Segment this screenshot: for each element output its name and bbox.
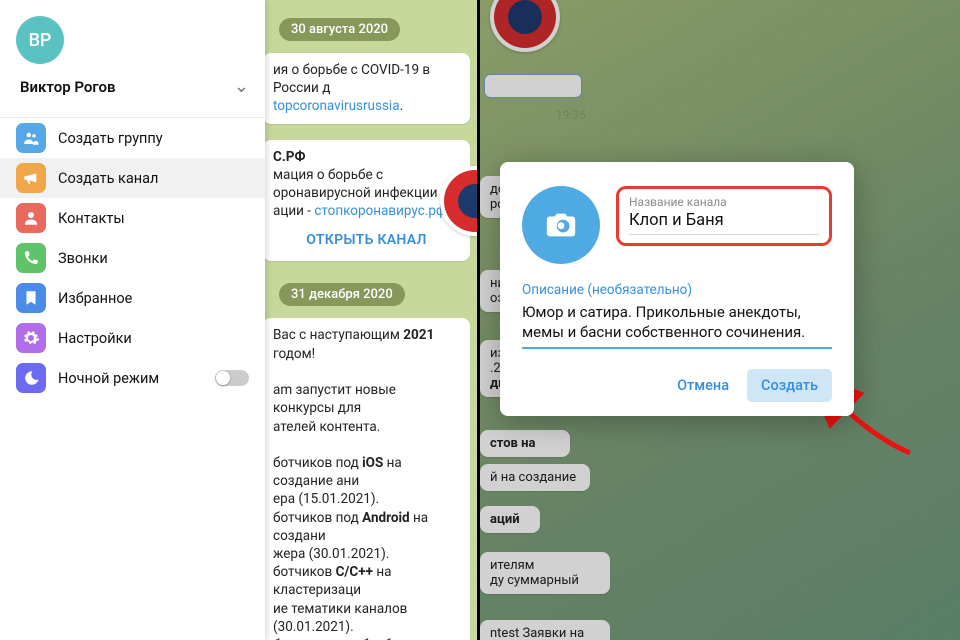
msg-text: ия о борьбе с COVID-19 в России д <box>273 62 430 96</box>
sidebar-item-night-mode[interactable]: Ночной режим <box>0 358 265 398</box>
sidebar-item-label: Звонки <box>58 250 108 267</box>
link[interactable]: topcoronavirusrussia <box>273 98 400 114</box>
group-icon <box>16 123 46 153</box>
sidebar-item-settings[interactable]: Настройки <box>0 318 265 358</box>
date-chip: 30 августа 2020 <box>279 18 400 41</box>
msg-text: ера (15.01.2021). <box>273 491 379 507</box>
msg-text: годом! <box>273 346 315 362</box>
message-bubble: Вас с наступающим 2021 годом! am запусти… <box>263 318 470 640</box>
sidebar-item-label: Создать канал <box>58 170 158 187</box>
bold: Android <box>362 510 410 526</box>
user-avatar[interactable]: BP <box>16 16 64 64</box>
channel-avatar <box>440 166 480 236</box>
link[interactable]: стопкоронавирус.рф <box>314 203 445 219</box>
sidebar-item-label: Избранное <box>58 290 132 307</box>
sidebar-item-calls[interactable]: Звонки <box>0 238 265 278</box>
sidebar-item-label: Контакты <box>58 210 125 227</box>
phone-icon <box>16 243 46 273</box>
msg-text: ботчиков <box>273 564 336 580</box>
msg-text: am запустит новые конкурсы для <box>273 382 396 416</box>
person-icon <box>16 203 46 233</box>
msg-text: оронавирусной инфекции <box>273 185 438 201</box>
account-switcher[interactable]: Виктор Рогов ⌄ <box>0 76 265 111</box>
bold: C/C++ <box>336 564 373 580</box>
night-mode-toggle[interactable] <box>215 370 249 386</box>
msg-text: ботчиков под <box>273 510 362 526</box>
msg-text: ателей контента. <box>273 419 380 435</box>
bold: iOS <box>362 455 383 471</box>
open-channel-button[interactable]: ОТКРЫТЬ КАНАЛ <box>273 221 460 254</box>
sidebar-item-create-group[interactable]: Создать группу <box>0 118 265 158</box>
sidebar-item-label: Создать группу <box>58 130 163 147</box>
create-channel-modal: Название канала Описание (необязательно)… <box>500 162 854 416</box>
user-name: Виктор Рогов <box>20 78 116 96</box>
msg-text: ие тематики каналов (30.01.2021). <box>273 601 407 635</box>
year: 2021 <box>403 327 434 343</box>
channel-desc-input[interactable] <box>522 302 832 349</box>
gear-icon <box>16 323 46 353</box>
sidebar-item-label: Ночной режим <box>58 370 159 387</box>
chevron-down-icon: ⌄ <box>234 76 249 97</box>
channel-desc-label: Описание (необязательно) <box>522 282 832 298</box>
message-bubble: С.РФ мация о борьбе с оронавирусной инфе… <box>263 140 470 262</box>
msg-text: Вас с наступающим <box>273 327 403 343</box>
channel-name-label: Название канала <box>629 195 819 209</box>
msg-title: С.РФ <box>273 149 305 165</box>
sidebar-item-contacts[interactable]: Контакты <box>0 198 265 238</box>
camera-icon <box>544 208 578 242</box>
msg-text: ации - <box>273 203 314 219</box>
msg-text: ботчиков под <box>273 455 362 471</box>
channel-name-input[interactable] <box>629 211 819 235</box>
sidebar-drawer: BP Виктор Рогов ⌄ Создать группу Создать… <box>0 0 265 640</box>
bookmark-icon <box>16 283 46 313</box>
channel-name-field-highlight: Название канала <box>616 186 832 246</box>
channel-photo-button[interactable] <box>522 186 600 264</box>
megaphone-icon <box>16 163 46 193</box>
msg-text: мация о борьбе с <box>273 167 383 183</box>
sidebar-item-saved[interactable]: Избранное <box>0 278 265 318</box>
create-button[interactable]: Создать <box>747 369 832 402</box>
cancel-button[interactable]: Отмена <box>663 369 743 402</box>
message-bubble: ия о борьбе с COVID-19 в России д topcor… <box>263 53 470 124</box>
moon-icon <box>16 363 46 393</box>
sidebar-item-create-channel[interactable]: Создать канал <box>0 158 265 198</box>
date-chip: 31 декабря 2020 <box>279 283 405 306</box>
msg-text: жера (30.01.2021). <box>273 546 389 562</box>
sidebar-item-label: Настройки <box>58 330 132 347</box>
